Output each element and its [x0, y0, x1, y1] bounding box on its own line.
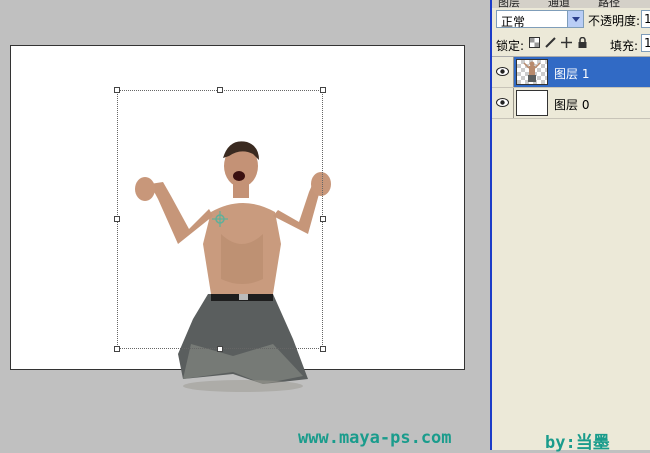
transform-handle-middle-right[interactable] [320, 216, 326, 222]
lock-brush-icon[interactable] [545, 37, 556, 48]
eye-icon [496, 98, 509, 107]
tab-paths[interactable]: 路径 [598, 0, 620, 8]
layer-row-1[interactable]: 图层 1 [492, 57, 650, 88]
transform-handle-bottom-right[interactable] [320, 346, 326, 352]
layer-row-0[interactable]: 图层 0 [492, 88, 650, 119]
transform-handle-top-left[interactable] [114, 87, 120, 93]
transform-handle-bottom-left[interactable] [114, 346, 120, 352]
fill-input[interactable]: 10 [641, 34, 650, 52]
watermark-url: www.maya-ps.com [298, 428, 452, 448]
transform-handle-bottom-center[interactable] [217, 346, 223, 352]
tab-layers[interactable]: 图层 [498, 0, 520, 8]
transform-handle-top-center[interactable] [217, 87, 223, 93]
opacity-label: 不透明度: [588, 14, 641, 28]
layer-1-thumbnail [516, 59, 548, 85]
chevron-down-icon[interactable] [567, 11, 583, 27]
watermark-author: by:当墨 [545, 433, 610, 453]
blend-mode-value: 正常 [501, 15, 526, 29]
transform-handle-middle-left[interactable] [114, 216, 120, 222]
lock-all-icon[interactable] [577, 37, 588, 48]
opacity-input[interactable]: 10 [641, 10, 650, 28]
layer-1-visibility[interactable] [492, 57, 514, 87]
layer-0-name: 图层 0 [554, 98, 590, 112]
blend-mode-select[interactable]: 正常 [496, 10, 584, 29]
layer-1-thumbnail-figure-icon [523, 61, 541, 82]
transform-handle-top-right[interactable] [320, 87, 326, 93]
panel-tabs: 图层 通道 路径 [492, 0, 650, 8]
lock-transparency-icon[interactable] [529, 37, 540, 48]
eye-icon [496, 67, 509, 76]
layers-panel: 图层 通道 路径 正常 不透明度: 10 锁定: 填充: 10 [490, 0, 650, 450]
tab-channels[interactable]: 通道 [548, 0, 570, 8]
layer-0-thumbnail [516, 90, 548, 116]
layer-1-name: 图层 1 [554, 67, 590, 81]
lock-label: 锁定: [496, 39, 525, 53]
document-workspace [0, 0, 490, 450]
transform-center-point-icon[interactable] [212, 211, 228, 227]
fill-label: 填充: [610, 39, 639, 53]
lock-move-icon[interactable] [561, 37, 572, 48]
layer-0-visibility[interactable] [492, 88, 514, 118]
